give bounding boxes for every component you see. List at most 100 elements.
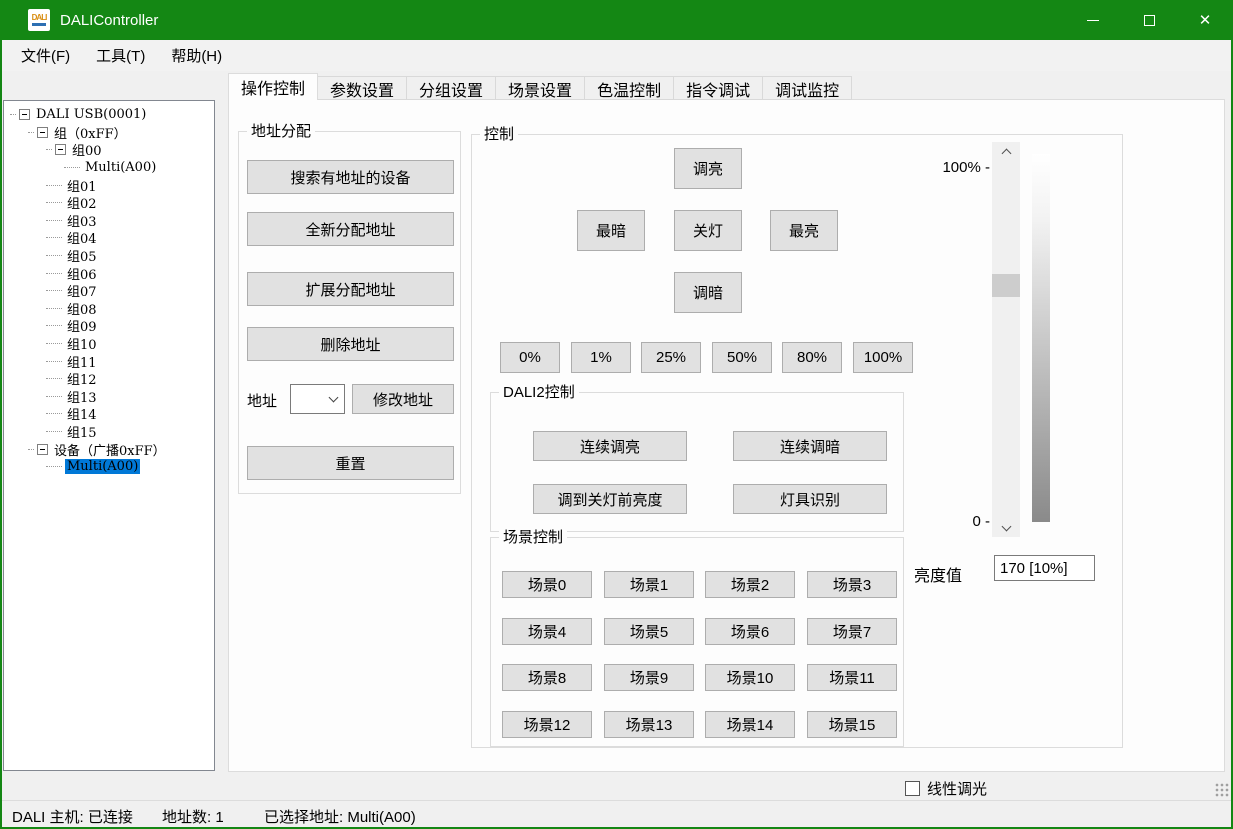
max-brightness-button[interactable]: 最亮 [770,210,838,251]
dali2-button-0[interactable]: 连续调亮 [533,431,687,461]
scene-button-4[interactable]: 场景4 [502,618,592,645]
tree-item-label: 组02 [65,193,99,212]
tab-page-operation-control: 地址分配 搜索有地址的设备全新分配地址扩展分配地址删除地址 地址 修改地址 重置… [228,99,1225,772]
brightness-value-field[interactable]: 170 [10%] [994,555,1095,581]
tree-item[interactable]: 组05 [4,247,214,265]
tree-item-label: 组10 [65,334,99,353]
tree-item[interactable]: 组04 [4,229,214,247]
tab-6[interactable]: 调试监控 [763,76,852,100]
address-combobox[interactable] [290,384,345,414]
tab-1[interactable]: 参数设置 [318,76,407,100]
tree-item[interactable]: 组06 [4,264,214,282]
scene-button-0[interactable]: 场景0 [502,571,592,598]
linear-dimming-checkbox[interactable] [905,781,920,796]
modify-address-button[interactable]: 修改地址 [352,384,454,414]
tree-item[interactable]: 组（0xFF） [4,124,214,142]
scene-button-11[interactable]: 场景11 [807,664,897,691]
maximize-button[interactable] [1121,0,1177,40]
tree-item[interactable]: 组07 [4,282,214,300]
percent-button-25[interactable]: 25% [641,342,701,373]
tab-4[interactable]: 色温控制 [585,76,674,100]
tree-item[interactable]: 组12 [4,370,214,388]
scrollbar-thumb[interactable] [992,274,1020,297]
scroll-up-button[interactable] [992,142,1020,159]
tab-5[interactable]: 指令调试 [674,76,763,100]
tree-item[interactable]: 组13 [4,388,214,406]
collapse-icon[interactable] [55,144,66,155]
scene-button-9[interactable]: 场景9 [604,664,694,691]
tree-item-label: 组14 [65,404,99,423]
collapse-icon[interactable] [37,444,48,455]
dim-button[interactable]: 调暗 [674,272,742,313]
dali2-button-2[interactable]: 调到关灯前亮度 [533,484,687,514]
menu-item-0[interactable]: 文件(F) [8,41,83,70]
percent-button-50[interactable]: 50% [712,342,772,373]
slider-bottom-label: 0 - [957,513,990,530]
tree-item[interactable]: 组14 [4,405,214,423]
tree-item-label: DALI USB(0001) [34,107,148,122]
tree-item[interactable]: 组02 [4,194,214,212]
percent-button-80[interactable]: 80% [782,342,842,373]
brightness-scrollbar[interactable] [992,142,1020,537]
address-button-1[interactable]: 全新分配地址 [247,212,454,246]
menu-item-1[interactable]: 工具(T) [83,41,158,70]
linear-dimming-label: 线性调光 [927,778,987,799]
tab-0[interactable]: 操作控制 [228,73,318,100]
tree-item[interactable]: 组11 [4,352,214,370]
tree-item[interactable]: 组00 [4,141,214,159]
scroll-down-button[interactable] [992,520,1020,537]
close-button[interactable]: ✕ [1177,0,1233,40]
menu-item-2[interactable]: 帮助(H) [158,41,235,70]
address-button-2[interactable]: 扩展分配地址 [247,272,454,306]
tree-connector [10,114,16,115]
tab-2[interactable]: 分组设置 [407,76,496,100]
dali2-button-3[interactable]: 灯具识别 [733,484,887,514]
scene-button-8[interactable]: 场景8 [502,664,592,691]
tree-item[interactable]: 组03 [4,212,214,230]
linear-dimming-checkbox-row: 线性调光 [905,778,987,799]
tree-connector [46,202,62,203]
tab-3[interactable]: 场景设置 [496,76,585,100]
scene-button-14[interactable]: 场景14 [705,711,795,738]
scene-button-7[interactable]: 场景7 [807,618,897,645]
brightness-value-label: 亮度值 [914,562,962,586]
scene-button-12[interactable]: 场景12 [502,711,592,738]
scene-button-2[interactable]: 场景2 [705,571,795,598]
light-off-button[interactable]: 关灯 [674,210,742,251]
scene-button-1[interactable]: 场景1 [604,571,694,598]
tree-connector [46,149,52,150]
tree-item[interactable]: DALI USB(0001) [4,106,214,124]
tree-item[interactable]: 组10 [4,335,214,353]
tree-item-label: 组15 [65,422,99,441]
tree-item[interactable]: 设备（广播0xFF） [4,440,214,458]
percent-button-0[interactable]: 0% [500,342,560,373]
reset-button[interactable]: 重置 [247,446,454,480]
scene-button-6[interactable]: 场景6 [705,618,795,645]
tree-item[interactable]: 组01 [4,176,214,194]
address-button-3[interactable]: 删除地址 [247,327,454,361]
collapse-icon[interactable] [37,127,48,138]
resize-grip-icon[interactable] [1215,783,1229,797]
tree-item-label: 组（0xFF） [52,123,129,142]
tree-item[interactable]: Multi(A00) [4,159,214,177]
brighten-button[interactable]: 调亮 [674,148,742,189]
tree-item[interactable]: 组15 [4,423,214,441]
tree-item[interactable]: Multi(A00) [4,458,214,476]
scene-button-10[interactable]: 场景10 [705,664,795,691]
tree-item[interactable]: 组08 [4,300,214,318]
percent-button-1[interactable]: 1% [571,342,631,373]
scene-button-13[interactable]: 场景13 [604,711,694,738]
minimize-button[interactable] [1065,0,1121,40]
scene-button-3[interactable]: 场景3 [807,571,897,598]
collapse-icon[interactable] [19,109,30,120]
address-button-0[interactable]: 搜索有地址的设备 [247,160,454,194]
scene-button-5[interactable]: 场景5 [604,618,694,645]
scene-button-15[interactable]: 场景15 [807,711,897,738]
dali2-button-1[interactable]: 连续调暗 [733,431,887,461]
tree-connector [64,167,80,168]
min-brightness-button[interactable]: 最暗 [577,210,645,251]
chevron-down-icon [329,393,339,403]
tree-item[interactable]: 组09 [4,317,214,335]
status-item-0: DALI 主机: 已连接 [12,806,133,827]
percent-button-100[interactable]: 100% [853,342,913,373]
